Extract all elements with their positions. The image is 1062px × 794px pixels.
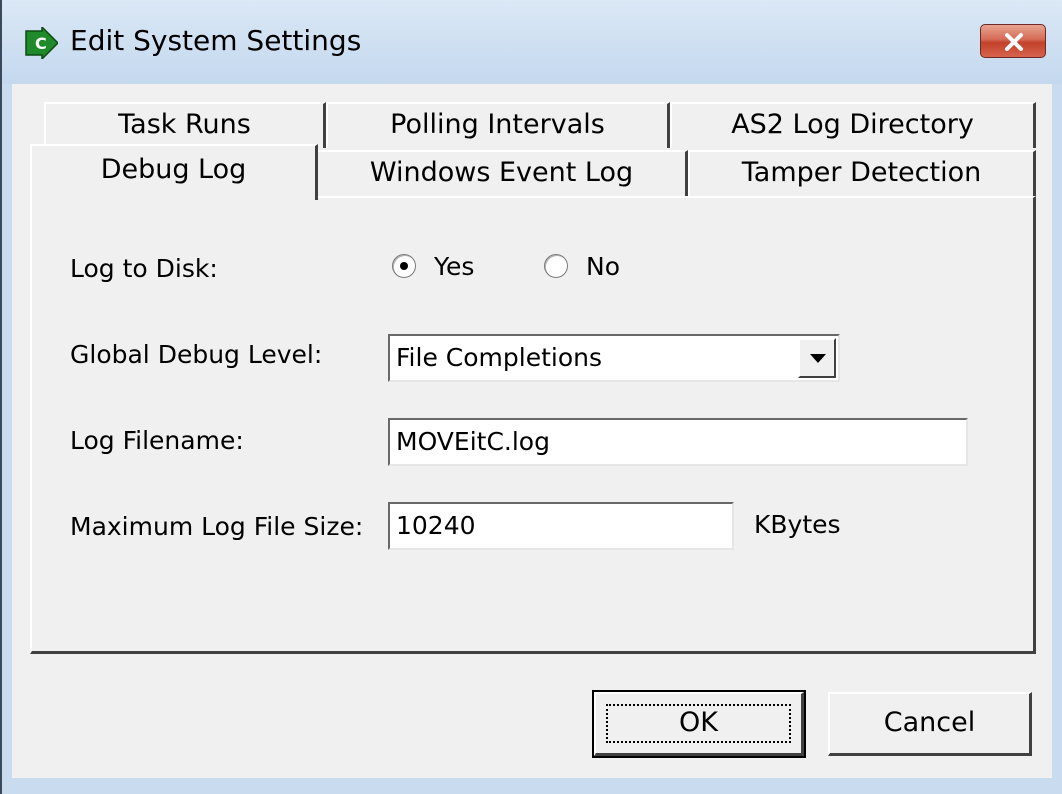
tab-as2-log-directory[interactable]: AS2 Log Directory — [670, 102, 1036, 148]
tab-windows-event-log[interactable]: Windows Event Log — [316, 150, 688, 198]
tab-label: Debug Log — [100, 154, 247, 185]
dialog-window: C Edit System Settings Task Runs Polling… — [0, 0, 1062, 794]
tab-tamper-detection[interactable]: Tamper Detection — [688, 150, 1036, 198]
tab-label: Windows Event Log — [369, 157, 634, 188]
green-arrow-c-icon: C — [25, 27, 58, 59]
max-log-file-size-label: Maximum Log File Size: — [70, 512, 364, 541]
ok-button[interactable]: OK — [592, 690, 806, 758]
log-to-disk-label: Log to Disk: — [70, 254, 218, 283]
window-title: Edit System Settings — [70, 24, 362, 57]
max-log-file-size-input[interactable]: 10240 — [388, 502, 734, 550]
chevron-down-icon — [810, 354, 826, 363]
log-filename-label: Log Filename: — [70, 426, 244, 455]
log-to-disk-no-label[interactable]: No — [586, 252, 620, 281]
close-icon — [1005, 33, 1023, 51]
log-to-disk-no-radio[interactable] — [544, 254, 568, 278]
tab-task-runs[interactable]: Task Runs — [44, 102, 326, 148]
tab-label: AS2 Log Directory — [731, 109, 974, 140]
cancel-button-label: Cancel — [883, 707, 976, 738]
tab-label: Task Runs — [118, 109, 251, 140]
tab-label: Tamper Detection — [741, 157, 982, 188]
tab-polling-intervals[interactable]: Polling Intervals — [326, 102, 670, 148]
dropdown-button[interactable] — [798, 338, 836, 378]
title-bar[interactable]: C Edit System Settings — [2, 0, 1062, 84]
svg-text:C: C — [35, 34, 47, 53]
global-debug-level-label: Global Debug Level: — [70, 340, 323, 369]
global-debug-level-value: File Completions — [396, 343, 602, 372]
kbytes-unit-label: KBytes — [754, 510, 841, 539]
close-button[interactable] — [980, 24, 1046, 58]
log-filename-input[interactable]: MOVEitC.log — [388, 418, 968, 466]
tab-debug-log[interactable]: Debug Log — [30, 144, 318, 200]
global-debug-level-select[interactable]: File Completions — [388, 334, 840, 382]
ok-button-label: OK — [679, 707, 718, 738]
cancel-button[interactable]: Cancel — [828, 692, 1032, 756]
log-to-disk-yes-label[interactable]: Yes — [434, 252, 474, 281]
tab-label: Polling Intervals — [390, 109, 605, 140]
log-to-disk-yes-radio[interactable] — [392, 254, 416, 278]
radio-selected-dot — [400, 262, 408, 270]
